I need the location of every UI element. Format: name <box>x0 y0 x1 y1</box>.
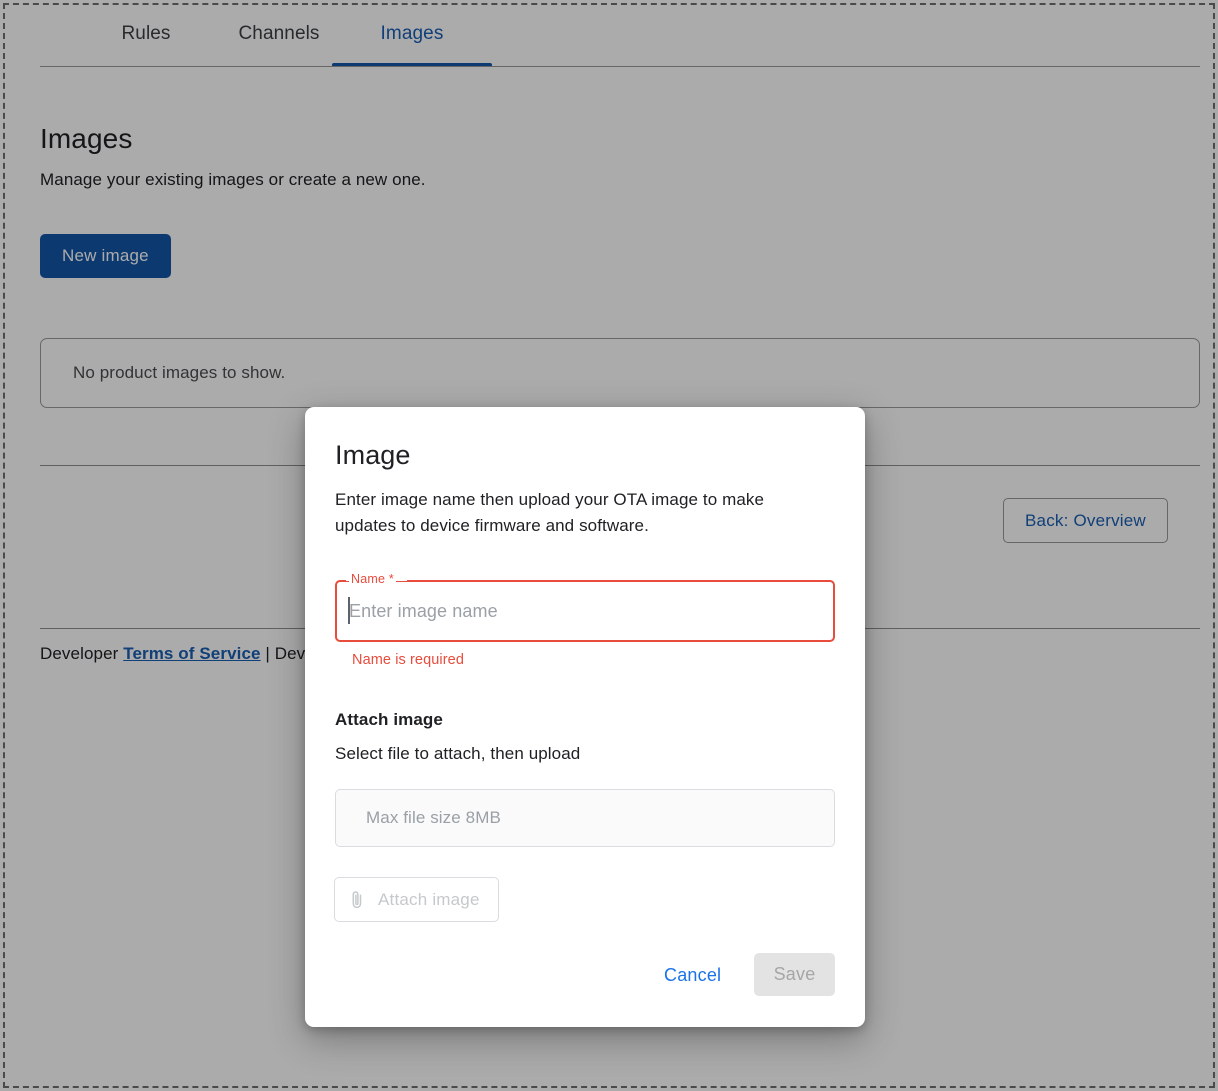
name-input[interactable] <box>349 594 819 628</box>
name-field: Name * <box>335 571 835 642</box>
cancel-button-label: Cancel <box>664 964 722 985</box>
dialog-description: Enter image name then upload your OTA im… <box>335 490 765 535</box>
cancel-button[interactable]: Cancel <box>650 955 735 995</box>
attach-image-subheading: Select file to attach, then upload <box>335 744 581 763</box>
attach-image-button[interactable]: Attach image <box>334 877 499 922</box>
attach-image-heading: Attach image <box>335 710 443 729</box>
image-dialog: Image Enter image name then upload your … <box>305 407 865 1027</box>
paperclip-icon <box>349 890 365 910</box>
file-dropzone-text: Max file size 8MB <box>366 808 501 827</box>
screenshot-root: Rules Channels Images Images Manage your… <box>0 0 1218 1091</box>
name-field-label: Name * <box>349 571 396 587</box>
name-field-error: Name is required <box>352 652 465 668</box>
save-button[interactable]: Save <box>754 953 835 996</box>
attach-image-button-label: Attach image <box>378 889 480 909</box>
dialog-title: Image <box>335 440 411 470</box>
file-dropzone[interactable]: Max file size 8MB <box>335 789 835 847</box>
save-button-label: Save <box>773 964 816 984</box>
